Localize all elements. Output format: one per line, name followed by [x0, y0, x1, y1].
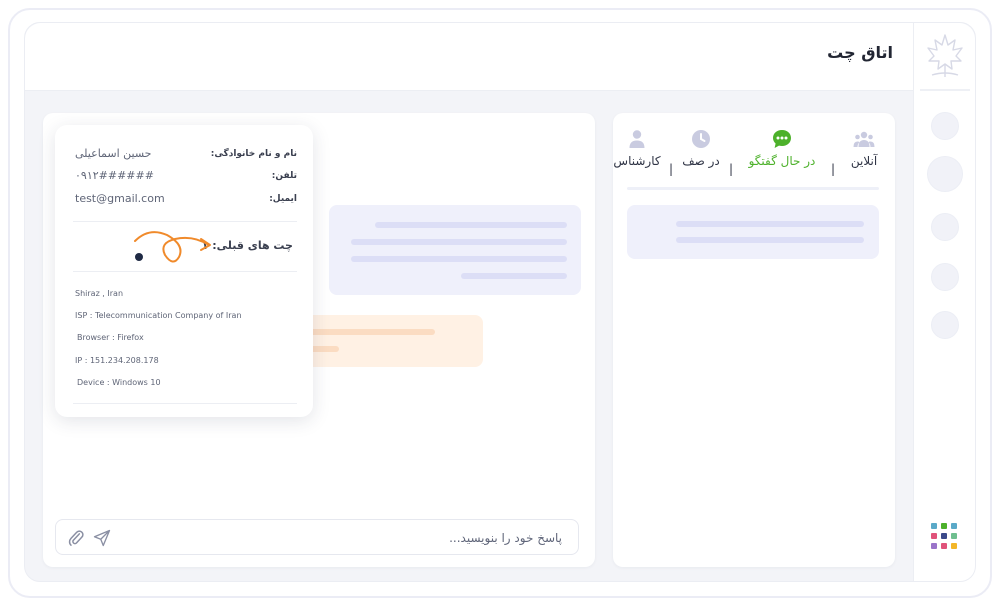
info-divider [73, 271, 297, 272]
curly-arrow-icon [134, 231, 211, 263]
tab-in-conversation-label: در حال گفتگو [748, 154, 816, 168]
chat-bubble-icon [773, 130, 791, 148]
apps-grid-icon[interactable] [931, 523, 959, 551]
visitor-info-card: نام و نام خانوادگی: حسین اسماعیلی تلفن: … [55, 125, 313, 417]
send-icon[interactable] [92, 528, 112, 548]
rail-divider [920, 89, 970, 91]
side-rail [913, 23, 975, 581]
visitor-browser: Browser : Firefox [77, 333, 144, 342]
tab-agent-label: کارشناس [613, 154, 661, 168]
info-divider [73, 221, 297, 222]
message-placeholder-incoming [329, 205, 581, 295]
tab-queue[interactable]: در صف [681, 125, 721, 185]
visitor-name-row: نام و نام خانوادگی: حسین اسماعیلی [73, 147, 297, 165]
tab-queue-label: در صف [682, 154, 720, 168]
page-title: اتاق چت [827, 43, 893, 62]
visitor-name-label: نام و نام خانوادگی: [210, 149, 297, 159]
tab-in-conversation[interactable]: در حال گفتگو [743, 125, 821, 185]
visitor-phone-value: ۰۹۱۲###### [75, 169, 154, 182]
visitor-email-label: ایمیل: [269, 194, 297, 204]
reply-composer [55, 519, 579, 555]
clock-icon [692, 130, 710, 148]
visitor-name-value: حسین اسماعیلی [75, 147, 152, 160]
tabs-underline [627, 187, 879, 190]
visitor-phone-row: تلفن: ۰۹۱۲###### [73, 169, 297, 187]
paperclip-icon[interactable] [66, 528, 86, 548]
tab-online[interactable]: آنلاین [847, 125, 881, 185]
rail-nav-button-3[interactable] [931, 213, 959, 241]
conversation-item-placeholder[interactable] [627, 205, 879, 259]
reply-input[interactable] [182, 527, 562, 549]
visitor-device: Device : Windows 10 [77, 378, 161, 387]
rail-nav-button-1[interactable] [931, 112, 959, 140]
visitor-phone-label: تلفن: [271, 171, 297, 181]
tab-online-label: آنلاین [850, 154, 878, 168]
tab-separator: | [830, 162, 835, 176]
info-divider [73, 403, 297, 404]
rail-nav-button-4[interactable] [931, 263, 959, 291]
users-icon [853, 131, 875, 147]
tab-agent[interactable]: کارشناس [613, 125, 661, 185]
tab-separator: | [668, 162, 673, 176]
maple-leaf-logo-icon[interactable] [924, 31, 966, 81]
conversation-list-panel: آنلاین | در حال گفتگو | در صف | کارشناس [613, 113, 895, 567]
visitor-email-row: ایمیل: test@gmail.com [73, 192, 297, 210]
user-icon [629, 130, 645, 148]
tab-separator: | [728, 162, 733, 176]
app-window: اتاق چت آنلاین | در حال گفتگو | در صف | … [24, 22, 976, 582]
visitor-ip: IP : 151.234.208.178 [75, 356, 159, 365]
visitor-location: Shiraz , Iran [75, 289, 124, 298]
visitor-isp: ISP : Telecommunication Company of Iran [75, 311, 242, 320]
rail-nav-button-5[interactable] [931, 311, 959, 339]
rail-nav-button-2[interactable] [927, 156, 963, 192]
header-bar: اتاق چت [25, 23, 915, 91]
visitor-email-value: test@gmail.com [75, 192, 165, 205]
conversation-tabs: آنلاین | در حال گفتگو | در صف | کارشناس [613, 125, 881, 191]
